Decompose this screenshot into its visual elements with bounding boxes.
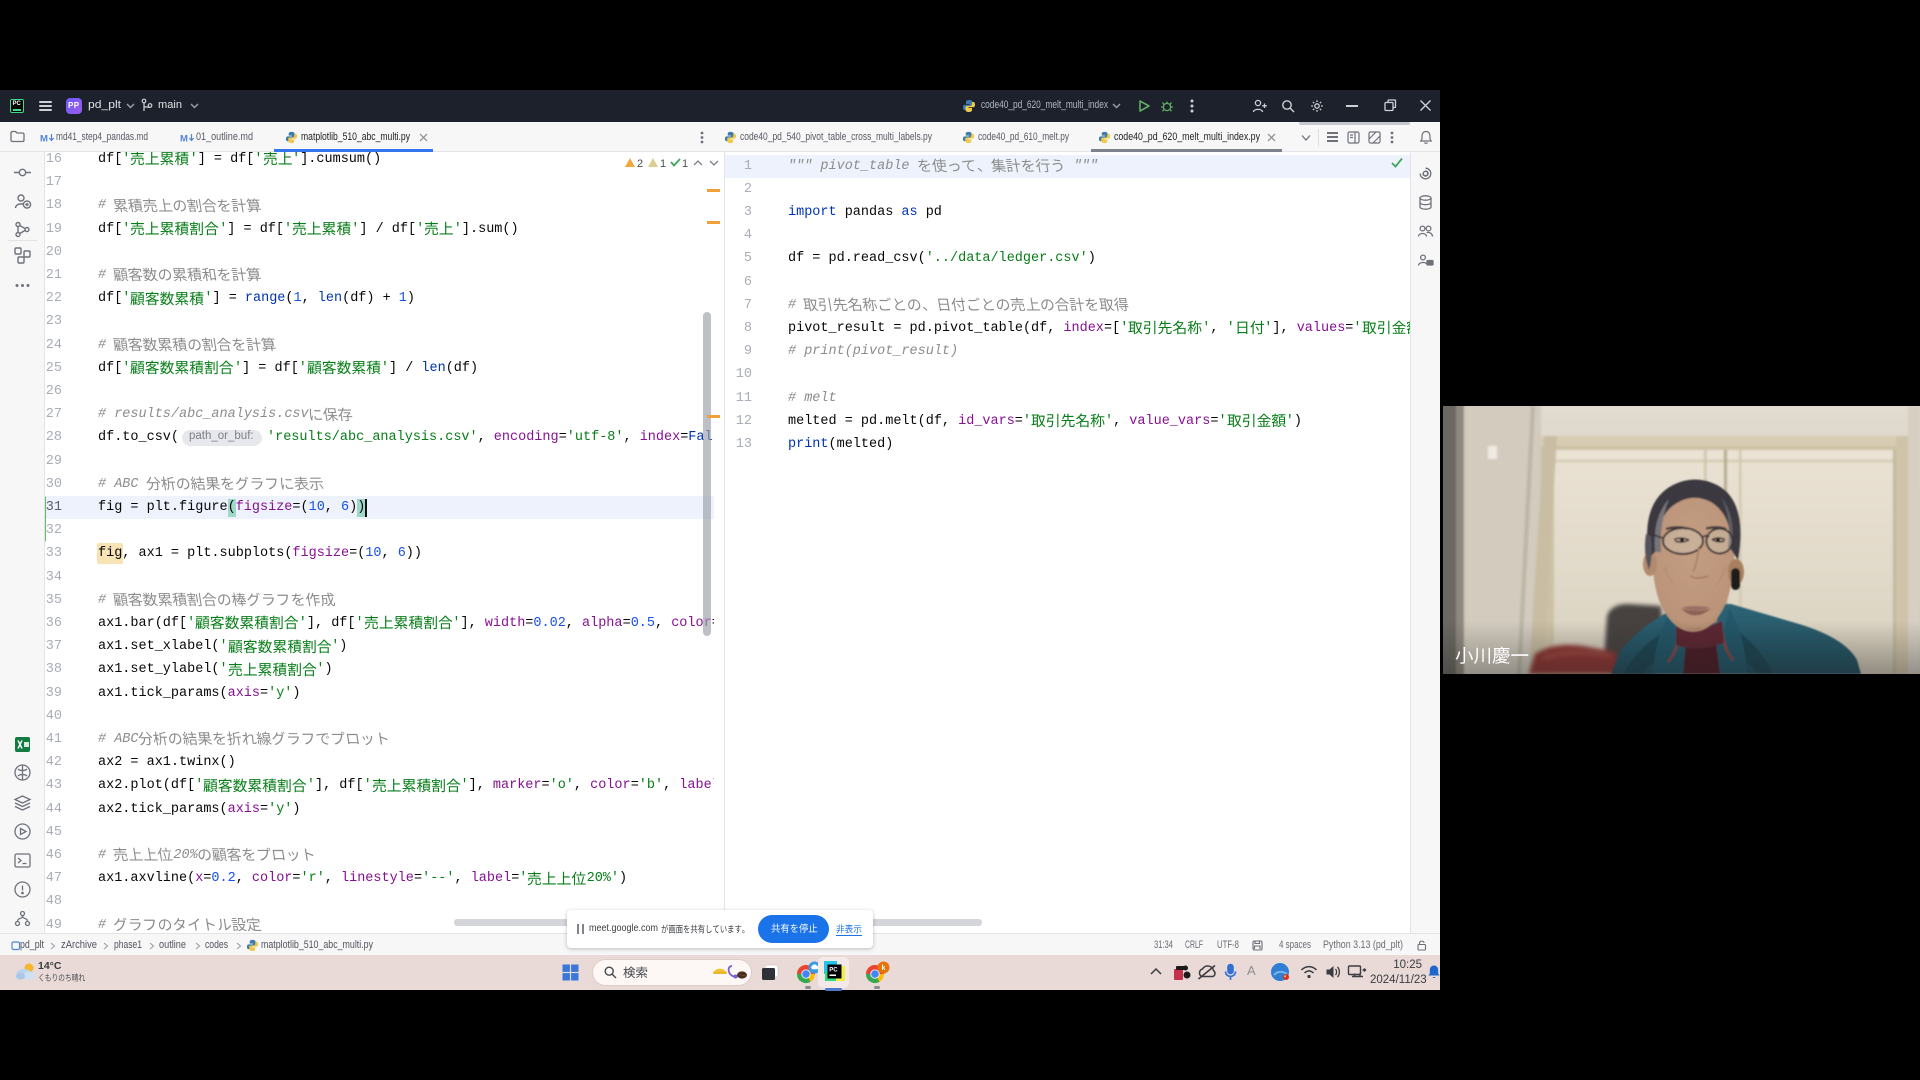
svg-text:PC: PC — [829, 968, 838, 974]
svg-text:k: k — [882, 965, 886, 972]
svg-text:M: M — [40, 134, 48, 145]
svg-text:M: M — [180, 134, 188, 145]
svg-text:1: 1 — [660, 158, 666, 170]
svg-text:2: 2 — [637, 158, 643, 170]
svg-text:1: 1 — [682, 158, 688, 170]
